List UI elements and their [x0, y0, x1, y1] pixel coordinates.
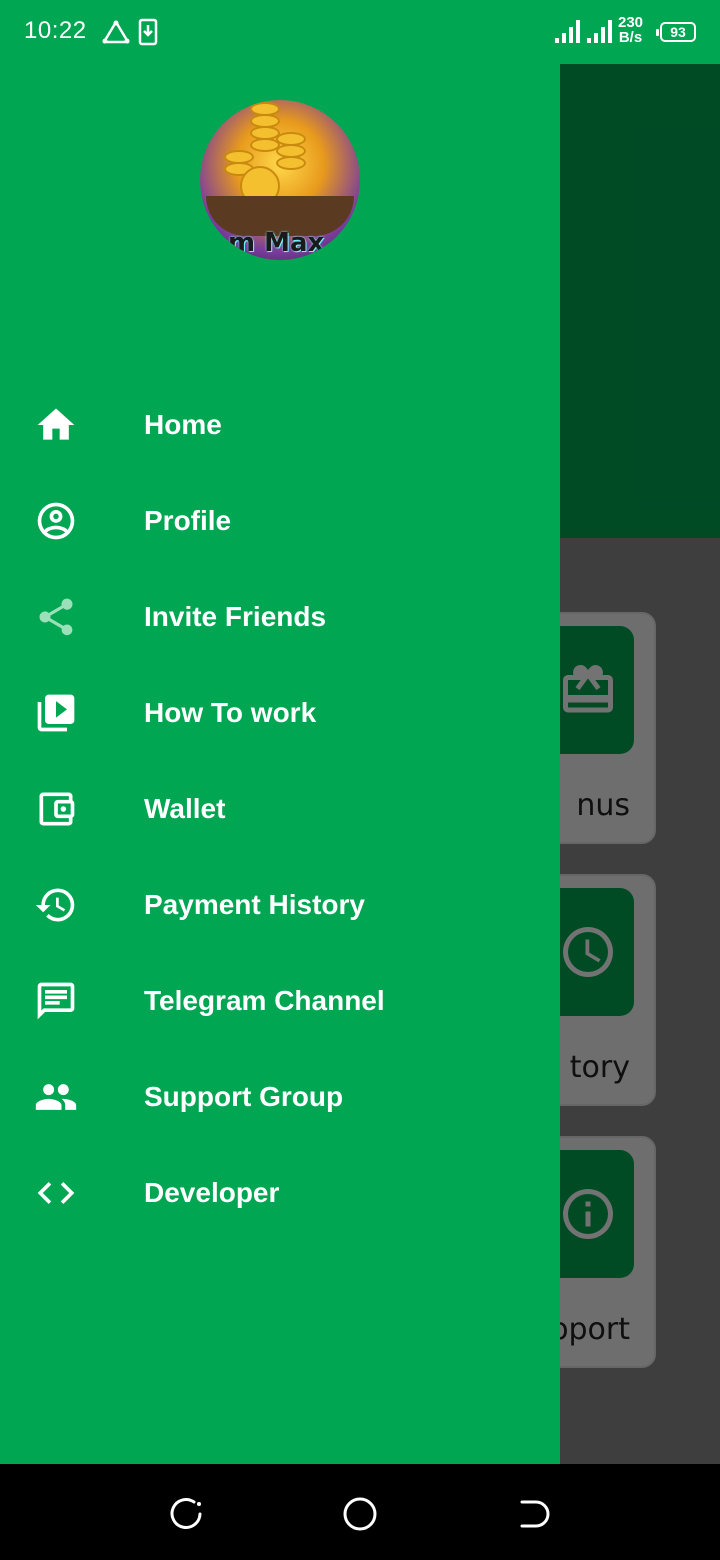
app-avatar[interactable]: m Max [200, 100, 360, 260]
menu-item-label: Invite Friends [144, 601, 327, 632]
back-button[interactable] [514, 1494, 554, 1534]
share-icon [39, 598, 73, 636]
status-time: 10:22 [24, 17, 87, 44]
chat-icon [37, 982, 75, 1020]
menu-item-label: Home [144, 409, 222, 440]
drawer-menu: Home Profile Invite Friends How To work … [0, 377, 560, 1241]
home-icon [37, 408, 75, 440]
video-library-icon [37, 694, 75, 732]
menu-item-profile[interactable]: Profile [0, 473, 560, 569]
network-speed: 230 B/s [618, 15, 643, 45]
code-icon [37, 1182, 75, 1204]
menu-item-payment-history[interactable]: Payment History [0, 857, 560, 953]
menu-item-home[interactable]: Home [0, 377, 560, 473]
menu-item-label: Developer [144, 1177, 280, 1208]
wallet-icon [39, 792, 75, 826]
home-button[interactable] [340, 1494, 380, 1534]
menu-item-label: Wallet [144, 793, 226, 824]
menu-item-how-to-work[interactable]: How To work [0, 665, 560, 761]
avatar-logo-text: m Max [228, 228, 325, 258]
account-circle-icon [37, 502, 75, 540]
signal-4g-icon [587, 20, 612, 43]
history-icon [35, 888, 75, 922]
menu-item-label: Telegram Channel [144, 985, 385, 1016]
menu-item-label: Payment History [144, 889, 365, 920]
menu-item-wallet[interactable]: Wallet [0, 761, 560, 857]
system-navigation-bar [0, 1464, 720, 1560]
menu-item-invite-friends[interactable]: Invite Friends [0, 569, 560, 665]
signal-icon [555, 20, 580, 43]
group-icon [35, 1084, 77, 1110]
status-bar: 10:22 230 B/s 93 [0, 0, 720, 64]
navigation-drawer: m Max Home Profile Invite Friends How To… [0, 64, 560, 1464]
network-speed-unit: B/s [618, 29, 643, 46]
menu-item-label: Profile [144, 505, 232, 536]
recents-button[interactable] [166, 1494, 206, 1534]
menu-item-label: Support Group [144, 1081, 344, 1112]
network-speed-value: 230 [618, 14, 644, 31]
battery-indicator: 93 [656, 22, 696, 42]
menu-item-developer[interactable]: Developer [0, 1145, 560, 1241]
vpn-triangle-icon [102, 20, 130, 44]
menu-item-telegram-channel[interactable]: Telegram Channel [0, 953, 560, 1049]
menu-item-support-group[interactable]: Support Group [0, 1049, 560, 1145]
download-icon [138, 18, 158, 46]
menu-item-label: How To work [144, 697, 317, 728]
